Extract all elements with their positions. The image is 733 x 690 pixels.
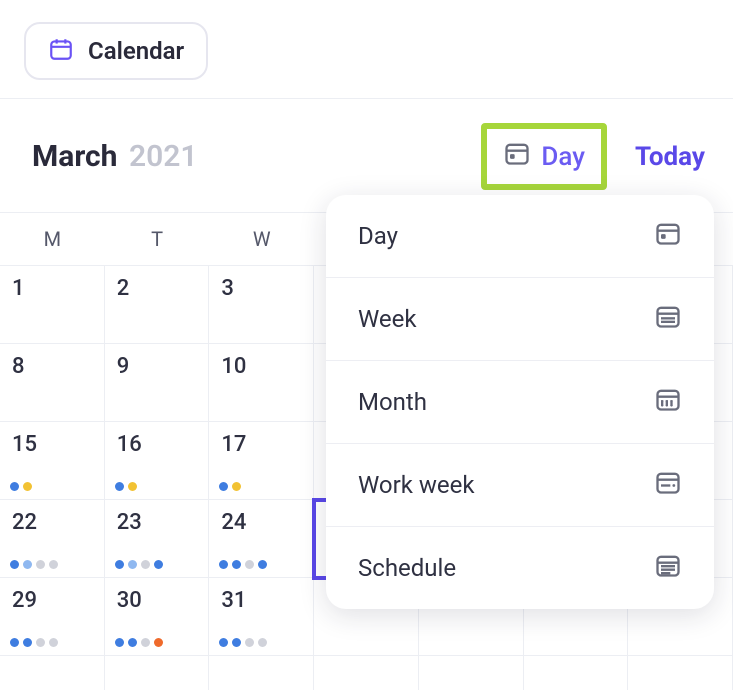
calendar-day-cell[interactable]: 16 <box>105 422 210 500</box>
view-menu-item-label: Month <box>358 388 427 416</box>
view-menu-item-workweek[interactable]: Work week <box>326 444 714 527</box>
event-dots <box>115 482 137 491</box>
event-dot <box>115 638 124 647</box>
calendar-day-cell[interactable]: 10 <box>209 344 314 422</box>
day-number: 31 <box>221 588 313 613</box>
calendar-day-cell[interactable]: 24 <box>209 500 314 578</box>
event-dots <box>10 482 32 491</box>
event-dots <box>219 638 267 647</box>
view-menu: Day Week Month Work week Schedule <box>326 195 714 609</box>
day-number: 30 <box>117 588 209 613</box>
today-button[interactable]: Today <box>635 142 705 172</box>
event-dot <box>128 638 137 647</box>
day-number: 22 <box>12 510 104 535</box>
event-dots <box>219 560 267 569</box>
calendar-day-cell[interactable]: 1 <box>0 266 105 344</box>
event-dot <box>115 560 124 569</box>
view-selector-button[interactable]: Day <box>481 123 607 190</box>
view-selector-label: Day <box>541 142 585 172</box>
month-title: March 2021 <box>32 139 198 174</box>
view-menu-item-label: Day <box>358 222 398 250</box>
calendar-day-cell[interactable]: 31 <box>209 578 314 656</box>
event-dot <box>141 560 150 569</box>
day-number: 9 <box>117 354 209 379</box>
day-number: 24 <box>221 510 313 535</box>
calendar-dropdown-button[interactable]: Calendar <box>24 22 208 80</box>
event-dots <box>115 560 163 569</box>
event-dot <box>23 482 32 491</box>
month-icon <box>654 385 682 419</box>
event-dot <box>10 482 19 491</box>
event-dot <box>49 638 58 647</box>
event-dot <box>219 482 228 491</box>
event-dot <box>232 638 241 647</box>
event-dot <box>258 638 267 647</box>
event-dot <box>141 638 150 647</box>
event-dot <box>36 638 45 647</box>
calendar-day-cell[interactable]: 29 <box>0 578 105 656</box>
calendar-day-cell[interactable]: 23 <box>105 500 210 578</box>
day-number: 15 <box>12 432 104 457</box>
event-dot <box>36 560 45 569</box>
event-dot <box>23 560 32 569</box>
event-dots <box>115 638 163 647</box>
workweek-icon <box>654 468 682 502</box>
calendar-day-cell[interactable]: 22 <box>0 500 105 578</box>
view-menu-item-label: Schedule <box>358 554 456 582</box>
view-menu-item-day[interactable]: Day <box>326 195 714 278</box>
event-dots <box>10 560 58 569</box>
event-dot <box>245 560 254 569</box>
view-menu-item-label: Week <box>358 305 417 333</box>
month-year: 2021 <box>129 139 198 174</box>
weekday-label: T <box>105 213 210 265</box>
event-dot <box>23 638 32 647</box>
event-dot <box>232 560 241 569</box>
day-number: 23 <box>117 510 209 535</box>
schedule-icon <box>654 551 682 585</box>
calendar-next-row <box>0 656 733 690</box>
calendar-day-cell[interactable]: 15 <box>0 422 105 500</box>
event-dots <box>10 638 58 647</box>
day-number: 2 <box>117 276 209 301</box>
event-dot <box>115 482 124 491</box>
calendar-day-cell[interactable]: 9 <box>105 344 210 422</box>
day-number: 1 <box>12 276 104 301</box>
calendar-dropdown-label: Calendar <box>88 37 184 65</box>
week-icon <box>654 302 682 336</box>
calendar-icon <box>48 36 74 66</box>
event-dot <box>245 638 254 647</box>
day-number: 8 <box>12 354 104 379</box>
calendar-day-cell[interactable]: 2 <box>105 266 210 344</box>
calendar-day-cell[interactable]: 3 <box>209 266 314 344</box>
view-menu-item-month[interactable]: Month <box>326 361 714 444</box>
view-menu-item-label: Work week <box>358 471 475 499</box>
day-number: 16 <box>117 432 209 457</box>
event-dots <box>219 482 241 491</box>
event-dot <box>154 638 163 647</box>
event-dot <box>219 560 228 569</box>
event-dot <box>258 560 267 569</box>
day-number: 3 <box>221 276 313 301</box>
weekday-label: M <box>0 213 105 265</box>
event-dot <box>219 638 228 647</box>
day-icon <box>654 219 682 253</box>
view-menu-item-schedule[interactable]: Schedule <box>326 527 714 609</box>
day-number: 17 <box>221 432 313 457</box>
calendar-day-cell[interactable]: 17 <box>209 422 314 500</box>
event-dot <box>10 560 19 569</box>
weekday-label: W <box>209 213 314 265</box>
view-menu-item-week[interactable]: Week <box>326 278 714 361</box>
event-dot <box>154 560 163 569</box>
calendar-day-icon <box>503 139 531 174</box>
month-name: March <box>32 139 117 174</box>
event-dot <box>232 482 241 491</box>
calendar-day-cell[interactable]: 30 <box>105 578 210 656</box>
day-number: 29 <box>12 588 104 613</box>
day-number: 10 <box>221 354 313 379</box>
event-dot <box>128 560 137 569</box>
calendar-day-cell[interactable]: 8 <box>0 344 105 422</box>
event-dot <box>128 482 137 491</box>
event-dot <box>49 560 58 569</box>
event-dot <box>10 638 19 647</box>
